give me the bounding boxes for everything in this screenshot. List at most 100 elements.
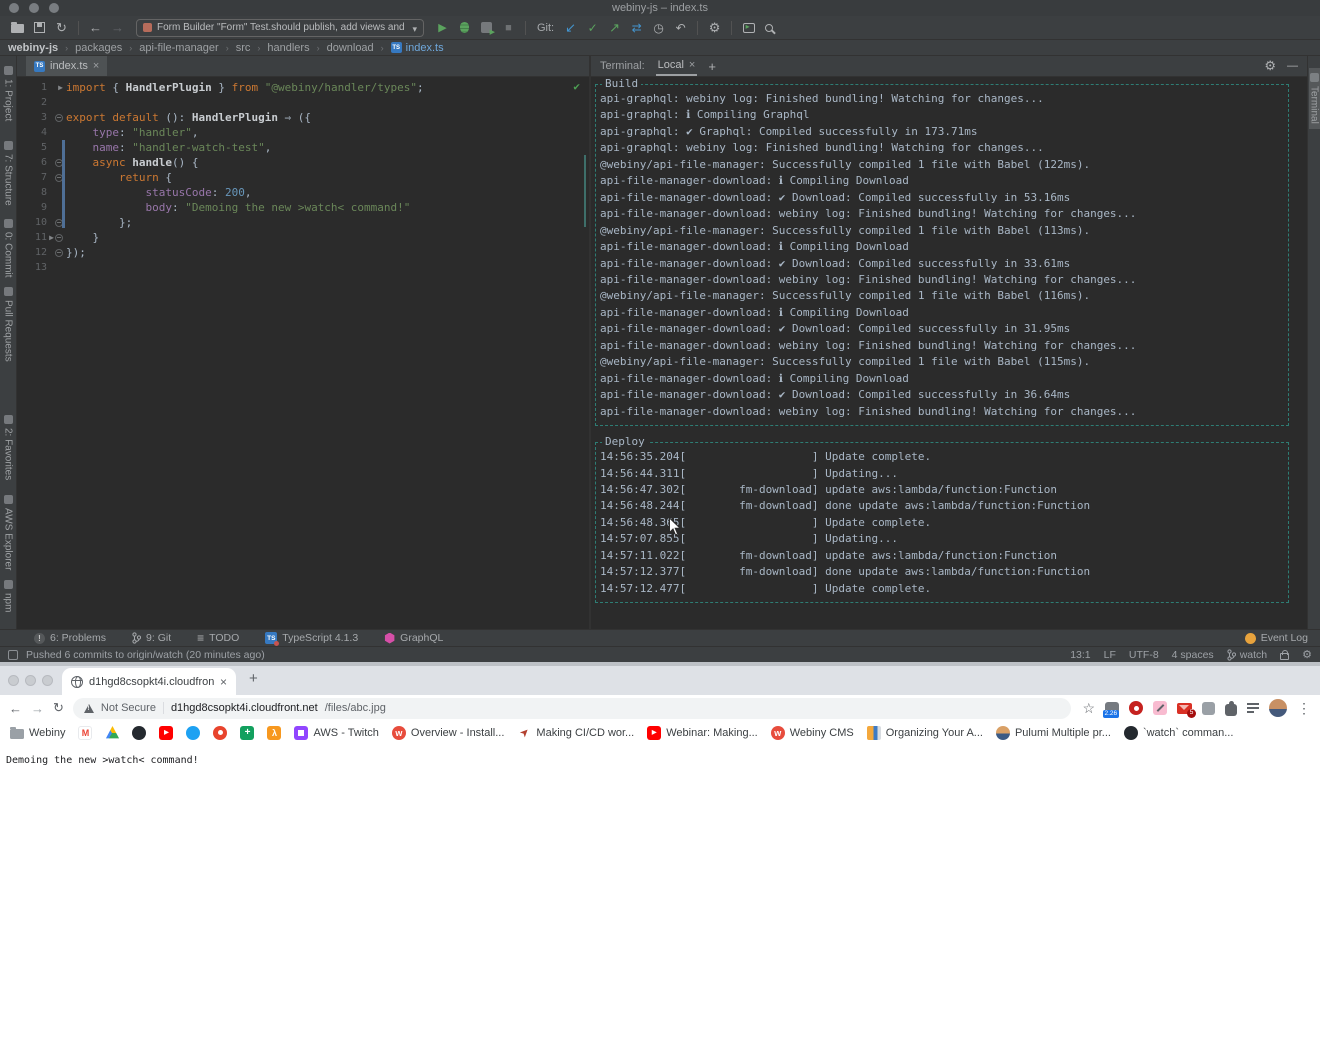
bookmark-item[interactable] <box>78 726 92 740</box>
file-encoding[interactable]: UTF-8 <box>1129 649 1159 661</box>
bookmark-item[interactable] <box>132 726 146 740</box>
close-window-button[interactable] <box>9 3 19 13</box>
back-icon[interactable] <box>88 20 103 36</box>
event-log-button[interactable]: Event Log <box>1245 632 1308 644</box>
tool-button-project[interactable]: 1: Project <box>3 61 14 126</box>
new-tab-button[interactable]: + <box>249 670 258 687</box>
hide-panel-icon[interactable] <box>1287 60 1298 72</box>
tab-index-ts[interactable]: index.ts <box>26 56 107 76</box>
tool-button-typescript[interactable]: TypeScript 4.1.3 <box>265 632 358 644</box>
status-message[interactable]: Pushed 6 commits to origin/watch (20 min… <box>8 649 265 661</box>
zoom-window-button[interactable] <box>49 3 59 13</box>
fold-icon[interactable]: − <box>55 249 63 257</box>
bookmark-item[interactable] <box>105 726 119 740</box>
sync-icon[interactable] <box>54 20 69 36</box>
bookmark-item[interactable]: Pulumi Multiple pr... <box>996 726 1111 740</box>
rollback-icon[interactable] <box>673 20 688 36</box>
bookmark-item[interactable]: Making CI/CD wor... <box>517 726 634 740</box>
tool-button-aws-explorer[interactable]: AWS Explorer <box>3 490 14 575</box>
new-terminal-button[interactable]: + <box>708 59 716 74</box>
breadcrumb-item[interactable]: src <box>236 42 251 54</box>
menu-kebab-icon[interactable] <box>1297 700 1311 717</box>
extensions-puzzle-icon[interactable] <box>1225 704 1237 716</box>
tool-button-npm[interactable]: npm <box>3 575 14 617</box>
forward-icon[interactable]: → <box>31 701 44 716</box>
minimize-window-button[interactable] <box>29 3 39 13</box>
breadcrumb-item[interactable]: packages <box>75 42 122 54</box>
inspections-level-icon[interactable] <box>1302 648 1312 661</box>
breadcrumb-item[interactable]: index.ts <box>391 42 444 54</box>
bookmark-item[interactable]: Overview - Install... <box>392 726 505 740</box>
git-push-icon[interactable] <box>607 20 622 36</box>
tool-button-pull-requests[interactable]: Pull Requests <box>3 282 14 367</box>
adblock-icon[interactable] <box>1129 701 1143 715</box>
mail-icon[interactable]: 5 <box>1177 703 1192 714</box>
lock-icon[interactable] <box>1280 653 1289 660</box>
tool-button-graphql[interactable]: GraphQL <box>384 632 443 644</box>
back-icon[interactable]: ← <box>9 701 22 716</box>
tool-button-git[interactable]: 9: Git <box>132 632 171 644</box>
close-tab-icon[interactable] <box>220 675 227 689</box>
minimize-window-button[interactable] <box>25 675 36 686</box>
inspections-ok-icon[interactable] <box>573 80 580 93</box>
line-separator[interactable]: LF <box>1104 649 1116 661</box>
run-anything-icon[interactable] <box>743 23 755 33</box>
close-tab-icon[interactable] <box>689 59 695 71</box>
git-update-icon[interactable] <box>563 20 578 36</box>
fold-icon[interactable]: − <box>55 234 63 242</box>
git-fetch-icon[interactable] <box>629 20 644 36</box>
extension-misc-icon[interactable] <box>1202 702 1215 715</box>
gutter-run-icon[interactable]: ▶ <box>49 234 54 242</box>
extension-scale-icon[interactable]: 2.26 <box>1105 702 1119 715</box>
open-icon[interactable] <box>11 24 24 33</box>
bookmark-star-icon[interactable] <box>1082 700 1095 717</box>
bookmark-item[interactable] <box>240 726 254 740</box>
bookmark-folder-webiny[interactable]: Webiny <box>10 727 65 739</box>
not-secure-icon[interactable] <box>84 704 94 713</box>
terminal-output[interactable]: Build api-graphql: webiny log: Finished … <box>591 77 1307 629</box>
bookmark-item[interactable]: AWS - Twitch <box>294 726 378 740</box>
breadcrumb-item[interactable]: webiny-js <box>8 42 58 54</box>
breadcrumb-item[interactable]: handlers <box>267 42 309 54</box>
run-config-select[interactable]: Form Builder "Form" Test.should publish,… <box>136 19 424 37</box>
tool-button-todo[interactable]: TODO <box>197 631 239 645</box>
colorpicker-icon[interactable] <box>1153 701 1167 715</box>
bookmark-item[interactable]: Webiny CMS <box>771 726 854 740</box>
ide-titlebar[interactable]: webiny-js – index.ts <box>0 0 1320 16</box>
close-window-button[interactable] <box>8 675 19 686</box>
settings-wrench-icon[interactable] <box>707 20 722 36</box>
breadcrumb-item[interactable]: api-file-manager <box>139 42 218 54</box>
tool-button-structure[interactable]: 7: Structure <box>3 136 14 211</box>
browser-tab[interactable]: d1hgd8csopkt4i.cloudfront.ne <box>62 668 236 695</box>
reload-icon[interactable]: ↻ <box>53 700 64 716</box>
bookmark-item[interactable]: Organizing Your A... <box>867 726 983 740</box>
git-branch-widget[interactable]: watch <box>1227 649 1267 661</box>
profile-avatar[interactable] <box>1269 699 1287 717</box>
breadcrumb-item[interactable]: download <box>327 42 374 54</box>
tool-button-commit[interactable]: 0: Commit <box>3 214 14 283</box>
history-icon[interactable] <box>651 20 666 36</box>
tool-button-terminal[interactable]: Terminal <box>1309 68 1320 129</box>
tool-button-favorites[interactable]: 2: Favorites <box>3 410 14 485</box>
zoom-window-button[interactable] <box>42 675 53 686</box>
gutter-run-icon[interactable]: ▶ <box>58 84 63 92</box>
bookmark-item[interactable]: Webinar: Making... <box>647 726 758 740</box>
terminal-tab-local[interactable]: Local <box>656 56 698 76</box>
address-bar[interactable]: Not Secure d1hgd8csopkt4i.cloudfront.net… <box>73 698 1072 719</box>
fold-icon[interactable]: − <box>55 114 63 122</box>
run-button[interactable] <box>435 20 450 36</box>
coverage-icon[interactable] <box>481 22 492 33</box>
debug-icon[interactable] <box>460 22 469 33</box>
playlist-icon[interactable] <box>1247 703 1259 713</box>
tool-windows-icon[interactable] <box>8 650 18 660</box>
save-all-icon[interactable] <box>34 22 45 33</box>
code-editor[interactable]: 1▶import { HandlerPlugin } from "@webiny… <box>17 77 589 629</box>
bookmark-item[interactable]: `watch` comman... <box>1124 726 1233 740</box>
caret-position[interactable]: 13:1 <box>1070 649 1090 661</box>
bookmark-item[interactable] <box>159 726 173 740</box>
bookmark-item[interactable] <box>186 726 200 740</box>
bookmark-item[interactable] <box>213 726 227 740</box>
close-tab-icon[interactable] <box>93 60 99 72</box>
tool-button-problems[interactable]: 6: Problems <box>34 632 106 644</box>
search-icon[interactable] <box>765 24 773 32</box>
